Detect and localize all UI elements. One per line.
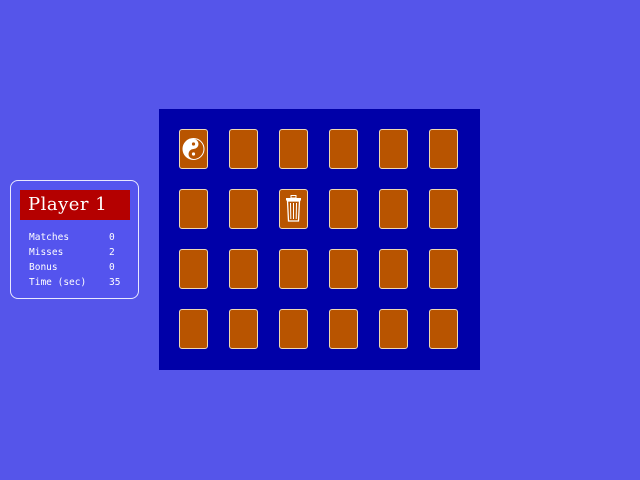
card-face-down[interactable] <box>229 249 258 289</box>
score-panel: Player 1 Matches 0 Misses 2 Bonus 0 Time… <box>10 180 139 299</box>
stat-row-matches: Matches 0 <box>29 231 129 245</box>
card-face-down[interactable] <box>229 309 258 349</box>
stat-value: 0 <box>109 262 115 273</box>
card-face-down[interactable] <box>379 249 408 289</box>
card-face-up[interactable] <box>179 129 208 169</box>
card-face-down[interactable] <box>279 249 308 289</box>
stat-row-misses: Misses 2 <box>29 246 129 260</box>
stat-label: Matches <box>29 232 70 243</box>
card-face-down[interactable] <box>379 189 408 229</box>
stat-value: 2 <box>109 247 115 258</box>
card-face-down[interactable] <box>329 189 358 229</box>
card-face-down[interactable] <box>329 249 358 289</box>
stat-row-time: Time (sec) 35 <box>29 276 129 290</box>
stat-row-bonus: Bonus 0 <box>29 261 129 275</box>
card-face-down[interactable] <box>279 309 308 349</box>
card-face-up[interactable] <box>279 189 308 229</box>
card-face-down[interactable] <box>429 309 458 349</box>
card-face-down[interactable] <box>379 129 408 169</box>
card-face-down[interactable] <box>279 129 308 169</box>
stat-label: Time (sec) <box>29 277 87 288</box>
card-face-down[interactable] <box>429 189 458 229</box>
card-face-down[interactable] <box>329 129 358 169</box>
card-face-down[interactable] <box>429 249 458 289</box>
card-face-down[interactable] <box>179 249 208 289</box>
card-face-down[interactable] <box>429 129 458 169</box>
stat-label: Misses <box>29 247 64 258</box>
card-face-down[interactable] <box>229 189 258 229</box>
card-face-down[interactable] <box>229 129 258 169</box>
game-board <box>159 109 480 370</box>
stat-value: 35 <box>109 277 121 288</box>
card-face-down[interactable] <box>379 309 408 349</box>
card-face-down[interactable] <box>329 309 358 349</box>
card-face-down[interactable] <box>179 309 208 349</box>
player-title: Player 1 <box>20 190 130 220</box>
stat-label: Bonus <box>29 262 58 273</box>
card-face-down[interactable] <box>179 189 208 229</box>
stat-value: 0 <box>109 232 115 243</box>
